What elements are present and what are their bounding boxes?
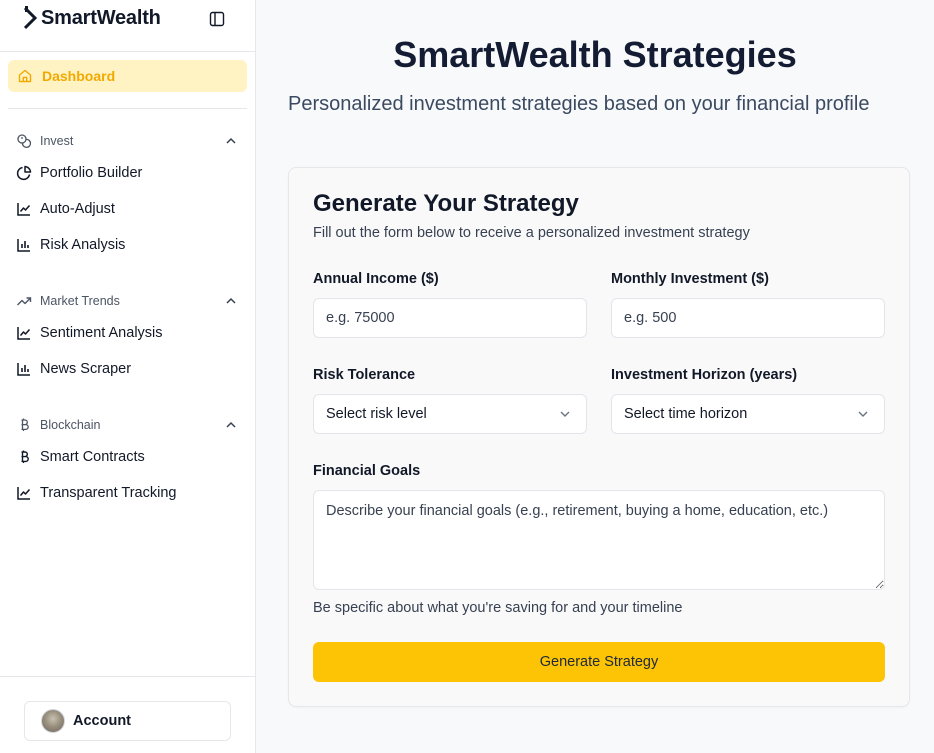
- coins-icon: [17, 134, 32, 149]
- home-icon: [18, 69, 32, 83]
- sidebar-item-label: Transparent Tracking: [40, 485, 177, 501]
- group-label: Invest: [40, 134, 74, 148]
- brand-name: SmartWealth: [41, 6, 161, 29]
- chevron-down-icon: [858, 411, 868, 417]
- sidebar-item-smart-contracts[interactable]: Smart Contracts: [16, 445, 247, 469]
- financial-goals-textarea[interactable]: [313, 490, 885, 590]
- sidebar-toggle-icon[interactable]: [209, 11, 225, 27]
- strategy-form-card: Generate Your Strategy Fill out the form…: [288, 167, 910, 707]
- sidebar-item-label: Risk Analysis: [40, 237, 126, 253]
- sidebar-item-sentiment-analysis[interactable]: Sentiment Analysis: [16, 321, 247, 345]
- bar-chart-icon: [17, 363, 30, 376]
- sidebar-item-label: Portfolio Builder: [40, 165, 143, 181]
- bar-chart-icon: [17, 239, 30, 252]
- risk-tolerance-select[interactable]: Select risk level: [313, 394, 587, 434]
- form-description: Fill out the form below to receive a per…: [313, 225, 750, 241]
- financial-goals-label: Financial Goals: [313, 463, 421, 479]
- trending-up-icon: [17, 297, 32, 306]
- sidebar-item-portfolio-builder[interactable]: Portfolio Builder: [16, 161, 247, 185]
- sidebar-item-auto-adjust[interactable]: Auto-Adjust: [16, 197, 247, 221]
- sidebar-item-label: Sentiment Analysis: [40, 325, 163, 341]
- generate-strategy-button[interactable]: Generate Strategy: [313, 642, 885, 682]
- monthly-investment-input[interactable]: [611, 298, 885, 338]
- brand-logo-icon: [24, 6, 38, 30]
- page-subtitle: Personalized investment strategies based…: [288, 93, 870, 115]
- sidebar-item-label: Auto-Adjust: [40, 201, 115, 217]
- group-label: Market Trends: [40, 294, 120, 308]
- annual-income-label: Annual Income ($): [313, 271, 439, 287]
- group-label: Blockchain: [40, 418, 101, 432]
- sidebar-item-dashboard[interactable]: Dashboard: [8, 60, 247, 92]
- investment-horizon-select[interactable]: Select time horizon: [611, 394, 885, 434]
- chevron-up-icon[interactable]: [224, 418, 238, 432]
- sidebar-item-risk-analysis[interactable]: Risk Analysis: [16, 233, 247, 257]
- line-chart-icon: [17, 203, 31, 216]
- form-title: Generate Your Strategy: [313, 190, 579, 217]
- account-label: Account: [73, 713, 131, 729]
- line-chart-icon: [17, 487, 31, 500]
- pie-chart-icon: [16, 165, 32, 181]
- financial-goals-hint: Be specific about what you're saving for…: [313, 600, 683, 616]
- risk-tolerance-label: Risk Tolerance: [313, 367, 416, 383]
- group-invest[interactable]: Invest: [16, 133, 240, 149]
- monthly-investment-label: Monthly Investment ($): [611, 271, 769, 287]
- sidebar-item-label: Smart Contracts: [40, 449, 145, 465]
- sidebar-item-label: News Scraper: [40, 361, 132, 377]
- line-chart-icon: [17, 327, 31, 340]
- brand[interactable]: SmartWealth: [24, 5, 161, 31]
- sidebar-item-news-scraper[interactable]: News Scraper: [16, 357, 247, 381]
- chevron-down-icon: [560, 411, 570, 417]
- annual-income-input[interactable]: [313, 298, 587, 338]
- chevron-up-icon[interactable]: [224, 134, 238, 148]
- page-title: SmartWealth Strategies: [393, 34, 797, 75]
- divider: [0, 676, 255, 677]
- sidebar-item-label: Dashboard: [42, 68, 116, 84]
- sidebar: SmartWealth Dashboard Invest Portfolio B…: [0, 0, 256, 753]
- account-button[interactable]: Account: [24, 701, 231, 741]
- chevron-up-icon[interactable]: [224, 294, 238, 308]
- group-market-trends[interactable]: Market Trends: [16, 293, 240, 309]
- group-blockchain[interactable]: Blockchain: [16, 417, 240, 433]
- bitcoin-icon: [21, 450, 29, 463]
- divider: [0, 51, 255, 52]
- avatar: [41, 709, 65, 733]
- divider: [8, 108, 247, 109]
- risk-tolerance-value: Select risk level: [326, 406, 427, 422]
- sidebar-item-transparent-tracking[interactable]: Transparent Tracking: [16, 481, 247, 505]
- bitcoin-icon: [21, 418, 29, 431]
- investment-horizon-label: Investment Horizon (years): [611, 367, 798, 383]
- investment-horizon-value: Select time horizon: [624, 406, 748, 422]
